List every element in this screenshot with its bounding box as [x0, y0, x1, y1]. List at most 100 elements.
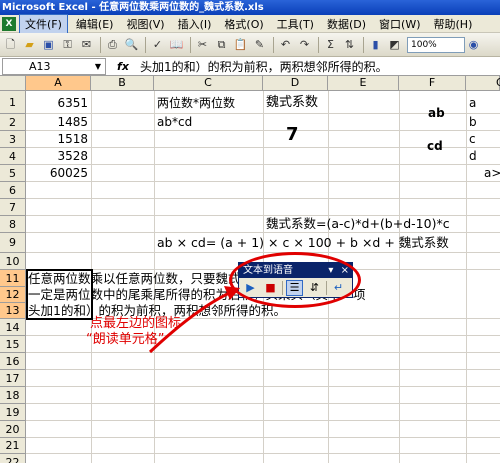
cell-c9-formula[interactable]: ab × cd= (a + 1) × c × 100 + b ×d + 魏式系数	[157, 236, 449, 250]
cell-a5[interactable]: 60025	[26, 166, 88, 180]
menu-file[interactable]: 文件(F)	[19, 13, 68, 34]
menu-format[interactable]: 格式(O)	[219, 15, 268, 33]
menu-window[interactable]: 窗口(W)	[374, 15, 425, 33]
cell-d8-formula-note[interactable]: 魏式系数=(a-c)*d+(b+d-10)*c	[266, 217, 450, 231]
menu-insert[interactable]: 插入(I)	[173, 15, 217, 33]
cell-d1[interactable]: 魏式系数	[266, 96, 318, 110]
row-header-13[interactable]: 13	[0, 303, 26, 319]
sort-icon[interactable]: ⇅	[341, 36, 358, 53]
col-header-b[interactable]: B	[91, 76, 154, 91]
row-header-5[interactable]: 5	[0, 165, 26, 182]
cell-d3[interactable]: 7	[286, 126, 299, 144]
cell-a3[interactable]: 1518	[26, 132, 88, 146]
cell-f3[interactable]: cd	[427, 139, 443, 153]
standard-toolbar: 🗋 ▰ ▣ ⚿ ✉ ⎙ 🔍 ✓ 📖 ✂ ⧉ 📋 ✎ ↶ ↷ Σ ⇅ ▮ ◩ 10…	[0, 33, 500, 57]
cell-c2[interactable]: ab*cd	[157, 115, 192, 129]
excel-app-icon[interactable]: X	[2, 16, 16, 31]
row-header-20[interactable]: 20	[0, 421, 26, 438]
paste-icon[interactable]: 📋	[232, 36, 249, 53]
print-icon[interactable]: ⎙	[104, 36, 121, 53]
print-preview-icon[interactable]: 🔍	[123, 36, 140, 53]
row-header-8[interactable]: 8	[0, 216, 26, 233]
toolbar-separator	[273, 36, 274, 53]
spelling-icon[interactable]: ✓	[149, 36, 166, 53]
cell-a2[interactable]: 1485	[26, 115, 88, 129]
redo-icon[interactable]: ↷	[296, 36, 313, 53]
format-painter-icon[interactable]: ✎	[251, 36, 268, 53]
col-header-c[interactable]: C	[154, 76, 263, 91]
zoom-select[interactable]: 100%	[407, 36, 465, 53]
row-header-21[interactable]: 21	[0, 438, 26, 454]
row-header-17[interactable]: 17	[0, 370, 26, 387]
col-header-e[interactable]: E	[328, 76, 399, 91]
gridline	[26, 181, 500, 182]
email-icon[interactable]: ✉	[78, 36, 95, 53]
annotation-line-1: 点最左边的图标	[90, 316, 182, 331]
row-header-9[interactable]: 9	[0, 233, 26, 253]
chevron-down-icon[interactable]: ▼	[95, 59, 101, 74]
gridline	[26, 369, 500, 370]
row-header-18[interactable]: 18	[0, 387, 26, 404]
cell-g5[interactable]: a>	[484, 166, 500, 180]
cell-c1[interactable]: 两位数*两位数	[157, 96, 235, 110]
row-header-10[interactable]: 10	[0, 253, 26, 270]
window-title-bar: Microsoft Excel - 任意两位数乘两位数的_魏式系数.xls	[0, 0, 500, 15]
window-title: Microsoft Excel - 任意两位数乘两位数的_魏式系数.xls	[2, 2, 264, 13]
formula-input[interactable]: 头加1的和）的积为前积，两积想邻所得的积。	[140, 58, 388, 75]
menu-tools[interactable]: 工具(T)	[272, 15, 319, 33]
toolbar-separator	[363, 36, 364, 53]
permission-icon[interactable]: ⚿	[59, 36, 76, 53]
cell-a1[interactable]: 6351	[26, 96, 88, 110]
help-icon[interactable]: ◉	[465, 36, 482, 53]
name-box[interactable]: A13 ▼	[2, 57, 106, 75]
menu-help[interactable]: 帮助(H)	[429, 15, 478, 33]
undo-icon[interactable]: ↶	[277, 36, 294, 53]
row-header-7[interactable]: 7	[0, 199, 26, 216]
col-header-f[interactable]: F	[399, 76, 466, 91]
row-header-1[interactable]: 1	[0, 91, 26, 114]
row-header-16[interactable]: 16	[0, 353, 26, 370]
menu-view[interactable]: 视图(V)	[121, 15, 169, 33]
cell-g1[interactable]: a	[469, 96, 476, 110]
menu-data[interactable]: 数据(D)	[322, 15, 371, 33]
cell-f1[interactable]: ab	[428, 106, 445, 120]
new-icon[interactable]: 🗋	[2, 36, 19, 53]
cell-g4[interactable]: d	[469, 149, 477, 163]
gridline	[26, 437, 500, 438]
row-header-3[interactable]: 3	[0, 131, 26, 148]
name-box-value: A13	[29, 59, 51, 73]
col-header-a[interactable]: A	[26, 76, 91, 91]
annotation-line-2: “朗读单元格”	[86, 332, 165, 347]
cell-a4[interactable]: 3528	[26, 149, 88, 163]
insert-function-icon[interactable]: fx	[106, 60, 140, 73]
row-header-22[interactable]: 22	[0, 454, 26, 463]
row-header-12[interactable]: 12	[0, 287, 26, 303]
row-header-15[interactable]: 15	[0, 336, 26, 353]
gridline	[26, 198, 500, 199]
open-icon[interactable]: ▰	[21, 36, 38, 53]
row-header-11[interactable]: 11	[0, 270, 26, 287]
active-cell-selection[interactable]	[26, 269, 93, 320]
row-header-4[interactable]: 4	[0, 148, 26, 165]
row-header-19[interactable]: 19	[0, 404, 26, 421]
research-icon[interactable]: 📖	[168, 36, 185, 53]
autosum-icon[interactable]: Σ	[322, 36, 339, 53]
copy-icon[interactable]: ⧉	[213, 36, 230, 53]
annotation-text: 点最左边的图标 “朗读单元格”	[86, 316, 182, 348]
row-header-2[interactable]: 2	[0, 114, 26, 131]
col-header-g[interactable]: G	[466, 76, 500, 91]
chart-wizard-icon[interactable]: ▮	[367, 36, 384, 53]
row-header-14[interactable]: 14	[0, 319, 26, 336]
cell-g3[interactable]: c	[469, 132, 476, 146]
cell-g2[interactable]: b	[469, 115, 477, 129]
gridline	[26, 386, 500, 387]
gridline	[26, 252, 500, 253]
col-header-d[interactable]: D	[263, 76, 328, 91]
cut-icon[interactable]: ✂	[194, 36, 211, 53]
row-header-6[interactable]: 6	[0, 182, 26, 199]
select-all-corner[interactable]	[0, 76, 26, 91]
menu-edit[interactable]: 编辑(E)	[71, 15, 119, 33]
save-icon[interactable]: ▣	[40, 36, 57, 53]
toolbar-separator	[190, 36, 191, 53]
drawing-icon[interactable]: ◩	[386, 36, 403, 53]
